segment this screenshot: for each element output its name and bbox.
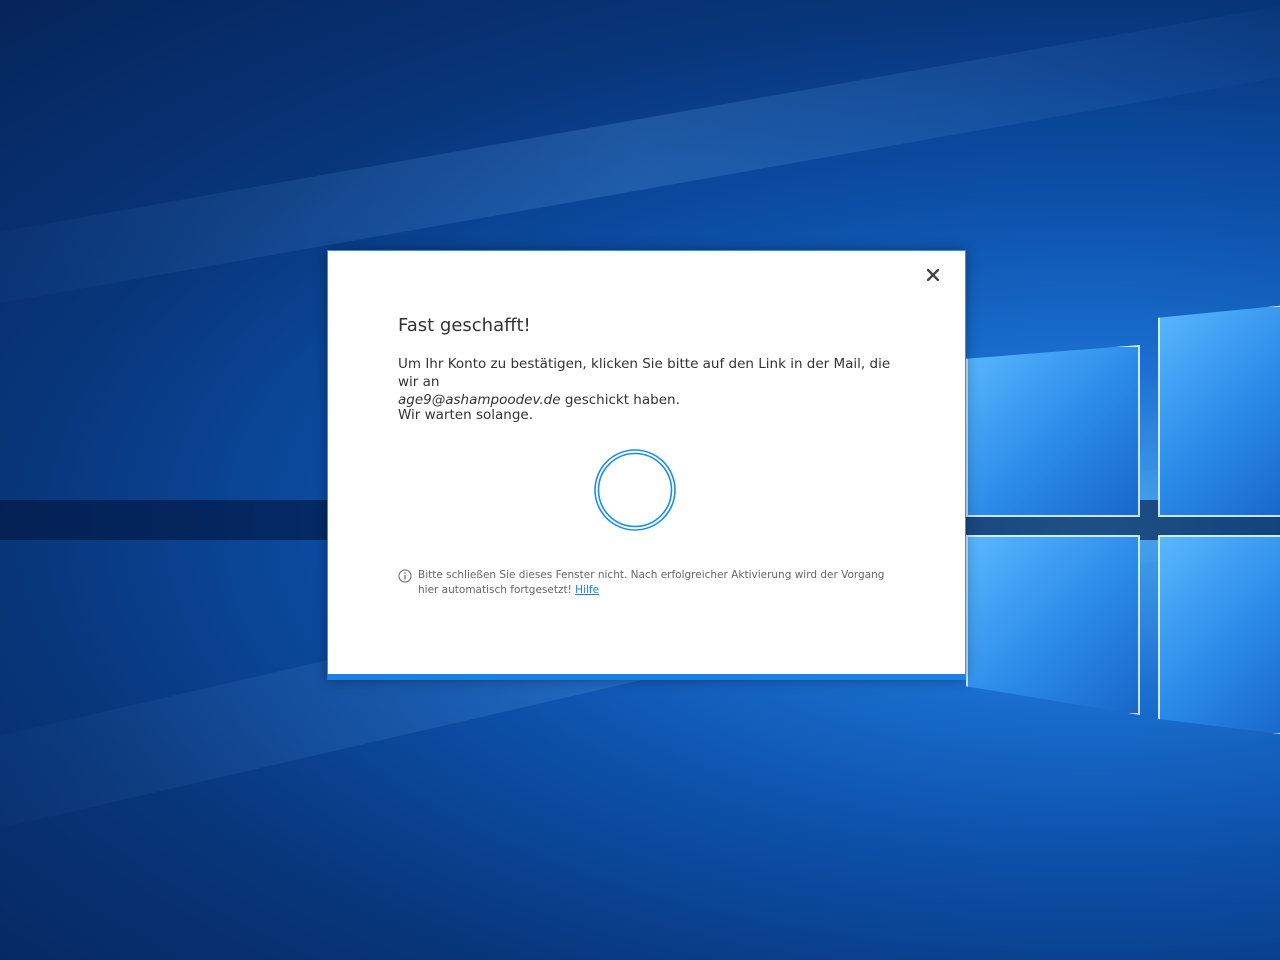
windows-logo-pane [1158,305,1280,517]
email-address: age9@ashampoodev.de [398,392,561,408]
confirmation-dialog: Fast geschafft! Um Ihr Konto zu bestätig… [327,250,966,680]
note-message: Bitte schließen Sie dieses Fenster nicht… [418,569,885,596]
desktop-background: Fast geschafft! Um Ihr Konto zu bestätig… [0,0,1280,960]
message-text-end: geschickt haben. [564,392,680,408]
info-note: Bitte schließen Sie dieses Fenster nicht… [398,568,898,598]
help-link[interactable]: Hilfe [575,584,599,596]
info-icon [398,569,412,583]
dialog-title: Fast geschafft! [398,315,531,336]
windows-logo-pane [966,345,1140,517]
close-icon [927,269,939,281]
dialog-accent-bar [327,674,966,680]
wait-message: Wir warten solange. [398,407,533,423]
message-text: Um Ihr Konto zu bestätigen, klicken Sie … [398,356,891,390]
close-button[interactable] [921,263,945,287]
confirmation-message: Um Ihr Konto zu bestätigen, klicken Sie … [398,355,908,409]
windows-logo-pane [966,535,1140,715]
windows-logo-pane [1158,535,1280,735]
loading-spinner [594,449,676,531]
info-note-text: Bitte schließen Sie dieses Fenster nicht… [418,568,898,598]
